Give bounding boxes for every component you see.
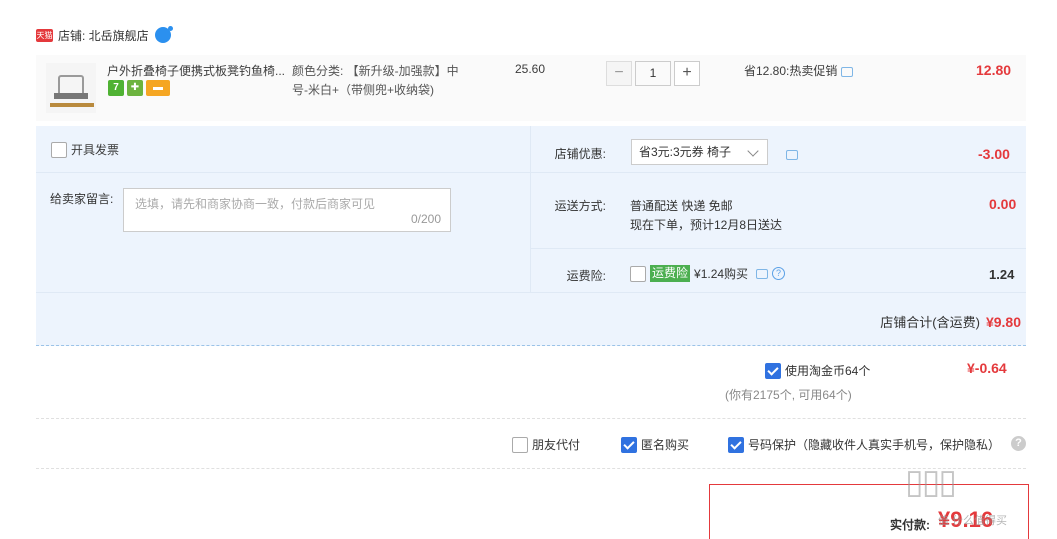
sku-line-2: 号-米白+（带侧兜+收纳袋) — [292, 83, 435, 97]
shipping-amount: 0.00 — [989, 196, 1017, 212]
freight-insurance-price: ¥1.24购买 — [694, 267, 749, 281]
coin-note: (你有2175个, 可用64个) — [725, 388, 852, 402]
store-discount-label: 店铺优惠: — [554, 147, 606, 161]
freight-insurance-label: 运费险: — [566, 269, 606, 283]
freight-insurance-amount: 1.24 — [989, 267, 1015, 282]
sku-info: 颜色分类: 【新升级-加强款】中 号-米白+（带侧兜+收纳袋) — [292, 62, 477, 100]
product-title[interactable]: 户外折叠椅子便携式板凳钓鱼椅... — [107, 62, 289, 79]
coupon-select[interactable]: 省3元:3元券 椅子 — [631, 139, 768, 165]
number-protect-option[interactable]: 号码保护（隐藏收件人真实手机号，保护隐私） — [728, 436, 1000, 453]
invoice-option[interactable]: 开具发票 — [51, 141, 119, 158]
unit-price: 25.60 — [515, 62, 546, 76]
promo-info: 省12.80:热卖促销 — [744, 62, 854, 79]
coin-label: 使用淘金币64个 — [785, 364, 871, 378]
item-subtotal: 12.80 — [976, 62, 1012, 78]
friend-pay-checkbox[interactable] — [512, 436, 528, 453]
quantity-plus-button[interactable]: + — [674, 61, 700, 86]
guarantee-shield-icon[interactable]: ✚ — [127, 80, 143, 96]
shop-total-row: 店铺合计(含运费) ¥9.80 — [880, 312, 1021, 331]
help-icon[interactable]: ? — [772, 267, 786, 280]
memo-char-count: 0/200 — [410, 212, 441, 226]
quantity-input[interactable]: 1 — [635, 61, 671, 86]
seven-day-return-icon[interactable]: 7 — [108, 80, 124, 96]
anonymous-option[interactable]: 匿名购买 — [621, 436, 689, 453]
product-thumbnail[interactable] — [46, 63, 96, 113]
chevron-down-icon — [747, 145, 759, 157]
promo-text: 省12.80:热卖促销 — [744, 64, 838, 78]
freight-insurance-option[interactable]: 运费险 ¥1.24购买 ? — [630, 265, 786, 282]
coupon-selected-value: 省3元:3元券 椅子 — [639, 145, 732, 159]
seller-memo-input[interactable]: 选填，请先和商家协商一致，付款后商家可见 0/200 — [123, 188, 451, 232]
help-icon[interactable]: ? — [1011, 436, 1026, 451]
friend-pay-option[interactable]: 朋友代付 — [512, 436, 580, 453]
promo-comment-icon[interactable] — [841, 66, 854, 77]
order-options-panel: 开具发票 给卖家留言: 选填，请先和商家协商一致，付款后商家可见 0/200 店… — [36, 126, 1026, 346]
number-protect-checkbox[interactable] — [728, 436, 744, 453]
coin-amount: ¥-0.64 — [967, 360, 1007, 376]
payment-label: 实付款: — [890, 518, 930, 532]
coupon-comment-icon[interactable] — [786, 149, 798, 160]
quantity-minus-button[interactable]: − — [606, 61, 632, 86]
payment-amount: ¥9.16 — [938, 507, 994, 532]
memo-placeholder: 选填，请先和商家协商一致，付款后商家可见 — [135, 197, 376, 211]
quantity-stepper: − 1 + — [606, 61, 700, 86]
shop-total-label: 店铺合计(含运费) — [880, 315, 980, 330]
wangwang-chat-icon[interactable] — [154, 26, 173, 43]
number-protect-label: 号码保护（隐藏收件人真实手机号，保护隐私） — [748, 438, 1001, 452]
shipping-label: 运送方式: — [554, 199, 606, 213]
freight-insurance-tag: 运费险 — [650, 265, 691, 282]
memo-label: 给卖家留言: — [50, 192, 114, 206]
shop-header: 天猫 店铺: 北岳旗舰店 — [36, 26, 173, 44]
shop-total-amount: ¥9.80 — [985, 314, 1021, 330]
invoice-checkbox[interactable] — [51, 141, 67, 158]
shipping-method: 普通配送 快递 免邮 — [630, 199, 733, 213]
sku-line-1: 颜色分类: 【新升级-加强款】中 — [292, 64, 459, 78]
taobao-coin-option[interactable]: 使用淘金币64个 — [765, 362, 870, 379]
insurance-comment-icon[interactable] — [756, 268, 769, 279]
freight-insurance-checkbox[interactable] — [630, 265, 646, 282]
anonymous-checkbox[interactable] — [621, 436, 637, 453]
anonymous-label: 匿名购买 — [641, 438, 690, 452]
coin-checkbox[interactable] — [765, 362, 781, 379]
order-item-row: 户外折叠椅子便携式板凳钓鱼椅... 7 ✚ ▬ 颜色分类: 【新升级-加强款】中… — [36, 55, 1026, 121]
friend-pay-label: 朋友代付 — [532, 438, 581, 452]
shop-name[interactable]: 店铺: 北岳旗舰店 — [58, 27, 149, 44]
invoice-label: 开具发票 — [71, 143, 120, 157]
shipping-eta: 现在下单，预计12月8日送达 — [630, 218, 783, 232]
credit-card-icon[interactable]: ▬ — [146, 80, 170, 96]
payment-summary-box: 实付款: ¥9.16 — [709, 484, 1029, 539]
service-badges: 7 ✚ ▬ — [108, 80, 170, 96]
tmall-logo-icon: 天猫 — [36, 28, 53, 42]
discount-amount: -3.00 — [978, 146, 1010, 162]
